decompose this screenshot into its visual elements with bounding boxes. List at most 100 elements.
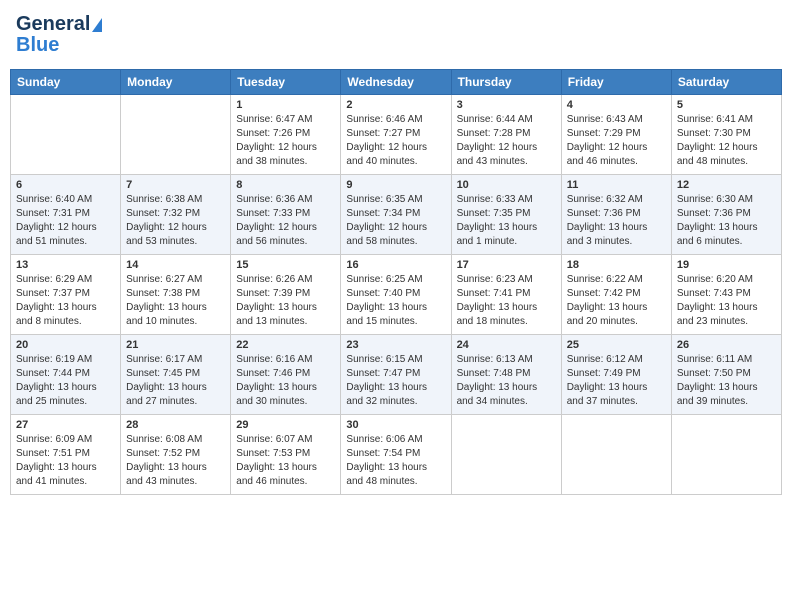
logo: General Blue <box>16 14 102 57</box>
day-info: Sunrise: 6:12 AM Sunset: 7:49 PM Dayligh… <box>567 353 666 409</box>
calendar-cell: 26 Sunrise: 6:11 AM Sunset: 7:50 PM Dayli… <box>671 335 781 415</box>
day-info: Sunrise: 6:22 AM Sunset: 7:42 PM Dayligh… <box>567 273 666 329</box>
calendar-cell <box>451 415 561 495</box>
day-info: Sunrise: 6:16 AM Sunset: 7:46 PM Dayligh… <box>236 353 335 409</box>
page-header: General Blue <box>10 10 782 61</box>
day-number: 14 <box>126 259 225 271</box>
day-info: Sunrise: 6:06 AM Sunset: 7:54 PM Dayligh… <box>346 433 445 489</box>
calendar-cell: 7 Sunrise: 6:38 AM Sunset: 7:32 PM Daylig… <box>121 175 231 255</box>
calendar-cell: 19 Sunrise: 6:20 AM Sunset: 7:43 PM Dayli… <box>671 255 781 335</box>
day-info: Sunrise: 6:08 AM Sunset: 7:52 PM Dayligh… <box>126 433 225 489</box>
day-info: Sunrise: 6:27 AM Sunset: 7:38 PM Dayligh… <box>126 273 225 329</box>
calendar-cell: 14 Sunrise: 6:27 AM Sunset: 7:38 PM Dayli… <box>121 255 231 335</box>
calendar-cell: 10Sunrise: 6:33 AM Sunset: 7:35 PM Dayli… <box>451 175 561 255</box>
day-info: Sunrise: 6:15 AM Sunset: 7:47 PM Dayligh… <box>346 353 445 409</box>
calendar-cell: 16 Sunrise: 6:25 AM Sunset: 7:40 PM Dayli… <box>341 255 451 335</box>
calendar-cell: 13Sunrise: 6:29 AM Sunset: 7:37 PM Dayli… <box>11 255 121 335</box>
column-header-friday: Friday <box>561 70 671 95</box>
day-number: 23 <box>346 339 445 351</box>
logo-triangle-icon <box>92 18 102 32</box>
day-number: 16 <box>346 259 445 271</box>
column-header-sunday: Sunday <box>11 70 121 95</box>
day-number: 5 <box>677 99 776 111</box>
day-info: Sunrise: 6:17 AM Sunset: 7:45 PM Dayligh… <box>126 353 225 409</box>
day-number: 28 <box>126 419 225 431</box>
day-number: 22 <box>236 339 335 351</box>
calendar-cell: 1 Sunrise: 6:47 AM Sunset: 7:26 PM Daylig… <box>231 95 341 175</box>
calendar-cell <box>121 95 231 175</box>
calendar-cell: 29Sunrise: 6:07 AM Sunset: 7:53 PM Dayli… <box>231 415 341 495</box>
logo-general-text: General <box>16 14 90 34</box>
day-number: 20 <box>16 339 115 351</box>
calendar-week-row: 27Sunrise: 6:09 AM Sunset: 7:51 PM Dayli… <box>11 415 782 495</box>
day-number: 4 <box>567 99 666 111</box>
column-header-tuesday: Tuesday <box>231 70 341 95</box>
calendar-cell: 22 Sunrise: 6:16 AM Sunset: 7:46 PM Dayli… <box>231 335 341 415</box>
calendar-cell <box>561 415 671 495</box>
day-info: Sunrise: 6:11 AM Sunset: 7:50 PM Dayligh… <box>677 353 776 409</box>
calendar-week-row: 20 Sunrise: 6:19 AM Sunset: 7:44 PM Dayli… <box>11 335 782 415</box>
day-info: Sunrise: 6:13 AM Sunset: 7:48 PM Dayligh… <box>457 353 556 409</box>
day-number: 30 <box>346 419 445 431</box>
day-number: 18 <box>567 259 666 271</box>
calendar-cell <box>11 95 121 175</box>
day-number: 10 <box>457 179 556 191</box>
calendar-cell: 30 Sunrise: 6:06 AM Sunset: 7:54 PM Dayli… <box>341 415 451 495</box>
day-info: Sunrise: 6:35 AM Sunset: 7:34 PM Dayligh… <box>346 193 445 249</box>
calendar-cell: 28 Sunrise: 6:08 AM Sunset: 7:52 PM Dayli… <box>121 415 231 495</box>
calendar-cell: 4 Sunrise: 6:43 AM Sunset: 7:29 PM Daylig… <box>561 95 671 175</box>
day-info: Sunrise: 6:40 AM Sunset: 7:31 PM Dayligh… <box>16 193 115 249</box>
column-header-wednesday: Wednesday <box>341 70 451 95</box>
calendar-cell: 20 Sunrise: 6:19 AM Sunset: 7:44 PM Dayli… <box>11 335 121 415</box>
day-info: Sunrise: 6:20 AM Sunset: 7:43 PM Dayligh… <box>677 273 776 329</box>
column-header-saturday: Saturday <box>671 70 781 95</box>
day-number: 19 <box>677 259 776 271</box>
calendar-week-row: 13Sunrise: 6:29 AM Sunset: 7:37 PM Dayli… <box>11 255 782 335</box>
day-number: 29 <box>236 419 335 431</box>
calendar-cell <box>671 415 781 495</box>
day-number: 25 <box>567 339 666 351</box>
calendar-cell: 9 Sunrise: 6:35 AM Sunset: 7:34 PM Daylig… <box>341 175 451 255</box>
day-info: Sunrise: 6:47 AM Sunset: 7:26 PM Dayligh… <box>236 113 335 169</box>
day-info: Sunrise: 6:25 AM Sunset: 7:40 PM Dayligh… <box>346 273 445 329</box>
day-number: 8 <box>236 179 335 191</box>
day-info: Sunrise: 6:41 AM Sunset: 7:30 PM Dayligh… <box>677 113 776 169</box>
day-info: Sunrise: 6:46 AM Sunset: 7:27 PM Dayligh… <box>346 113 445 169</box>
day-number: 2 <box>346 99 445 111</box>
day-number: 9 <box>346 179 445 191</box>
calendar-cell: 25 Sunrise: 6:12 AM Sunset: 7:49 PM Dayli… <box>561 335 671 415</box>
calendar-cell: 24Sunrise: 6:13 AM Sunset: 7:48 PM Dayli… <box>451 335 561 415</box>
day-info: Sunrise: 6:44 AM Sunset: 7:28 PM Dayligh… <box>457 113 556 169</box>
calendar-table: SundayMondayTuesdayWednesdayThursdayFrid… <box>10 69 782 495</box>
calendar-cell: 3Sunrise: 6:44 AM Sunset: 7:28 PM Daylig… <box>451 95 561 175</box>
column-header-thursday: Thursday <box>451 70 561 95</box>
day-info: Sunrise: 6:36 AM Sunset: 7:33 PM Dayligh… <box>236 193 335 249</box>
day-number: 15 <box>236 259 335 271</box>
day-info: Sunrise: 6:19 AM Sunset: 7:44 PM Dayligh… <box>16 353 115 409</box>
day-number: 17 <box>457 259 556 271</box>
day-number: 7 <box>126 179 225 191</box>
calendar-week-row: 1 Sunrise: 6:47 AM Sunset: 7:26 PM Daylig… <box>11 95 782 175</box>
day-info: Sunrise: 6:23 AM Sunset: 7:41 PM Dayligh… <box>457 273 556 329</box>
day-number: 26 <box>677 339 776 351</box>
calendar-cell: 8 Sunrise: 6:36 AM Sunset: 7:33 PM Daylig… <box>231 175 341 255</box>
calendar-cell: 17 Sunrise: 6:23 AM Sunset: 7:41 PM Dayli… <box>451 255 561 335</box>
day-number: 11 <box>567 179 666 191</box>
day-info: Sunrise: 6:30 AM Sunset: 7:36 PM Dayligh… <box>677 193 776 249</box>
logo-blue-text: Blue <box>16 34 59 57</box>
calendar-cell: 15Sunrise: 6:26 AM Sunset: 7:39 PM Dayli… <box>231 255 341 335</box>
calendar-cell: 23 Sunrise: 6:15 AM Sunset: 7:47 PM Dayli… <box>341 335 451 415</box>
calendar-cell: 11Sunrise: 6:32 AM Sunset: 7:36 PM Dayli… <box>561 175 671 255</box>
calendar-header-row: SundayMondayTuesdayWednesdayThursdayFrid… <box>11 70 782 95</box>
day-info: Sunrise: 6:09 AM Sunset: 7:51 PM Dayligh… <box>16 433 115 489</box>
calendar-cell: 18 Sunrise: 6:22 AM Sunset: 7:42 PM Dayli… <box>561 255 671 335</box>
day-number: 6 <box>16 179 115 191</box>
calendar-cell: 27Sunrise: 6:09 AM Sunset: 7:51 PM Dayli… <box>11 415 121 495</box>
calendar-cell: 12Sunrise: 6:30 AM Sunset: 7:36 PM Dayli… <box>671 175 781 255</box>
day-number: 13 <box>16 259 115 271</box>
day-info: Sunrise: 6:43 AM Sunset: 7:29 PM Dayligh… <box>567 113 666 169</box>
calendar-cell: 6 Sunrise: 6:40 AM Sunset: 7:31 PM Daylig… <box>11 175 121 255</box>
calendar-cell: 21Sunrise: 6:17 AM Sunset: 7:45 PM Dayli… <box>121 335 231 415</box>
day-info: Sunrise: 6:38 AM Sunset: 7:32 PM Dayligh… <box>126 193 225 249</box>
day-number: 1 <box>236 99 335 111</box>
